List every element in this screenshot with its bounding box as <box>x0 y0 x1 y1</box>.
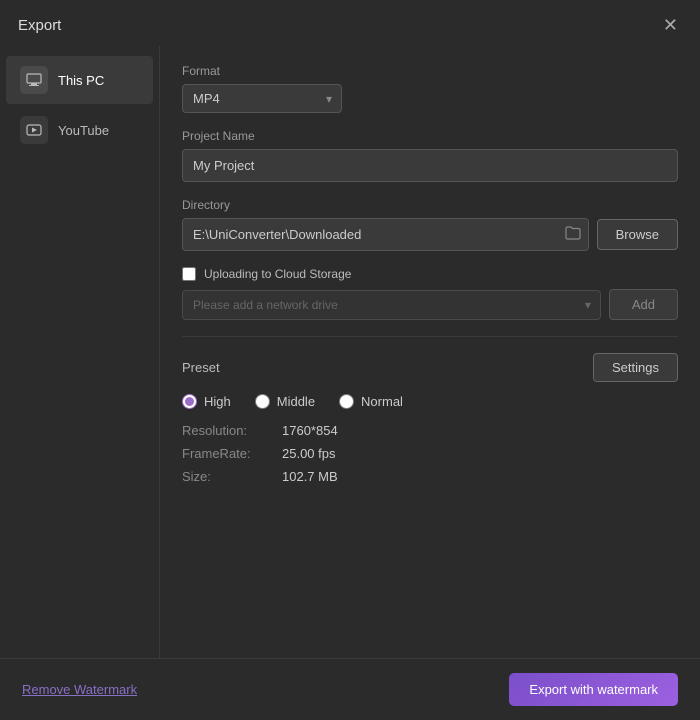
radio-middle-input[interactable] <box>255 394 270 409</box>
project-name-input[interactable] <box>182 149 678 182</box>
sidebar-youtube-label: YouTube <box>58 123 109 138</box>
format-field: Format MP4 MOV AVI MKV WMV <box>182 64 678 113</box>
add-button[interactable]: Add <box>609 289 678 320</box>
format-label: Format <box>182 64 678 78</box>
cloud-storage-checkbox[interactable] <box>182 267 196 281</box>
radio-middle[interactable]: Middle <box>255 394 315 409</box>
main-content: Format MP4 MOV AVI MKV WMV Project Name <box>160 46 700 658</box>
remove-watermark-button[interactable]: Remove Watermark <box>22 682 137 697</box>
radio-normal[interactable]: Normal <box>339 394 403 409</box>
resolution-row: Resolution: 1760*854 <box>182 423 678 438</box>
sidebar-item-youtube[interactable]: YouTube <box>6 106 153 154</box>
radio-high[interactable]: High <box>182 394 231 409</box>
export-watermark-button[interactable]: Export with watermark <box>509 673 678 706</box>
format-select[interactable]: MP4 MOV AVI MKV WMV <box>182 84 342 113</box>
directory-input-wrapper <box>182 218 589 251</box>
radio-normal-label: Normal <box>361 394 403 409</box>
youtube-icon <box>20 116 48 144</box>
size-row: Size: 102.7 MB <box>182 469 678 484</box>
framerate-row: FrameRate: 25.00 fps <box>182 446 678 461</box>
format-select-wrapper: MP4 MOV AVI MKV WMV <box>182 84 342 113</box>
directory-input[interactable] <box>182 218 589 251</box>
size-key: Size: <box>182 469 282 484</box>
network-drive-row: Please add a network drive Add <box>182 289 678 320</box>
close-button[interactable]: ✕ <box>659 14 682 36</box>
framerate-value: 25.00 fps <box>282 446 336 461</box>
radio-high-label: High <box>204 394 231 409</box>
network-drive-select-wrapper: Please add a network drive <box>182 290 601 320</box>
export-dialog: Export ✕ This PC <box>0 0 700 720</box>
directory-field: Directory Browse <box>182 198 678 251</box>
radio-normal-input[interactable] <box>339 394 354 409</box>
project-name-label: Project Name <box>182 129 678 143</box>
preset-radio-row: High Middle Normal <box>182 394 678 409</box>
preset-label: Preset <box>182 360 220 375</box>
folder-icon-button[interactable] <box>565 226 581 244</box>
size-value: 102.7 MB <box>282 469 338 484</box>
title-bar: Export ✕ <box>0 0 700 46</box>
dialog-title: Export <box>18 17 61 34</box>
pc-icon <box>20 66 48 94</box>
settings-button[interactable]: Settings <box>593 353 678 382</box>
sidebar-this-pc-label: This PC <box>58 73 104 88</box>
divider <box>182 336 678 337</box>
dialog-body: This PC YouTube Format MP4 <box>0 46 700 658</box>
framerate-key: FrameRate: <box>182 446 282 461</box>
browse-button[interactable]: Browse <box>597 219 678 250</box>
resolution-key: Resolution: <box>182 423 282 438</box>
directory-row: Browse <box>182 218 678 251</box>
footer: Remove Watermark Export with watermark <box>0 658 700 720</box>
project-name-field: Project Name <box>182 129 678 182</box>
network-drive-select[interactable]: Please add a network drive <box>182 290 601 320</box>
cloud-storage-label[interactable]: Uploading to Cloud Storage <box>204 267 351 281</box>
radio-middle-label: Middle <box>277 394 315 409</box>
sidebar-item-this-pc[interactable]: This PC <box>6 56 153 104</box>
resolution-value: 1760*854 <box>282 423 338 438</box>
preset-header: Preset Settings <box>182 353 678 382</box>
cloud-checkbox-row: Uploading to Cloud Storage <box>182 267 678 281</box>
directory-label: Directory <box>182 198 678 212</box>
radio-high-input[interactable] <box>182 394 197 409</box>
sidebar: This PC YouTube <box>0 46 160 658</box>
